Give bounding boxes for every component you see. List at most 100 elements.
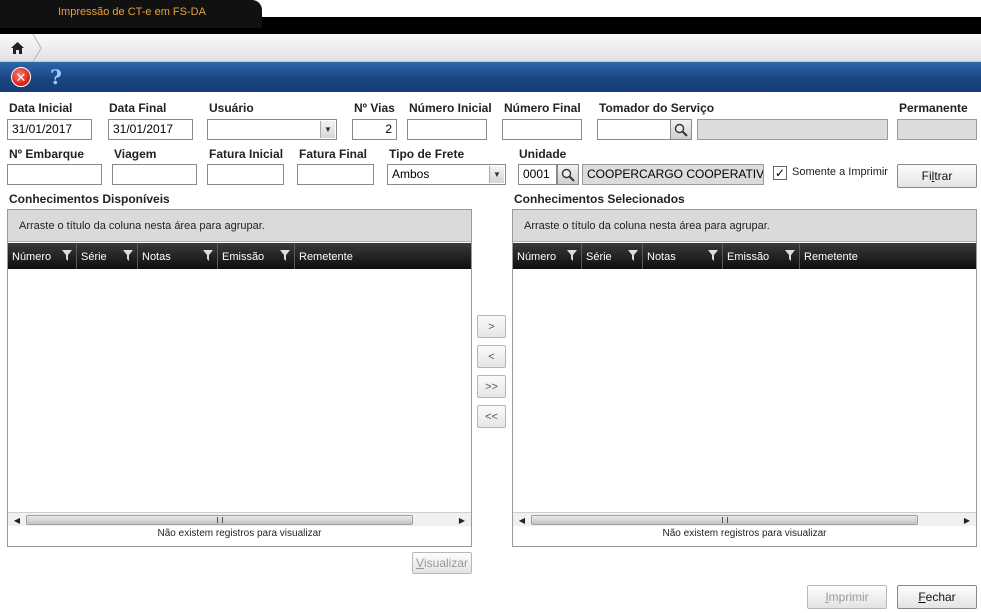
grip-icon — [721, 517, 728, 523]
add-all-button[interactable]: >> — [477, 375, 506, 398]
numero-final-label: Número Final — [504, 101, 581, 115]
column-label: Série — [586, 251, 612, 263]
data-inicial-input[interactable]: 31/01/2017 — [7, 119, 92, 140]
filtrar-label-c: trar — [934, 169, 953, 183]
filter-icon[interactable] — [123, 250, 133, 261]
imprimir-label-b: mprimir — [828, 590, 869, 604]
disponiveis-title: Conhecimentos Disponíveis — [9, 192, 170, 206]
chevron-down-icon[interactable]: ▼ — [320, 121, 335, 138]
permanente-input — [897, 119, 977, 140]
permanente-label: Permanente — [899, 101, 968, 115]
add-one-button[interactable]: > — [477, 315, 506, 338]
filter-icon[interactable] — [708, 250, 718, 261]
breadcrumb-separator-icon — [32, 34, 42, 62]
column-header-emissao[interactable]: Emissão — [723, 243, 800, 269]
scroll-right-icon[interactable]: ▶ — [455, 514, 469, 526]
tipo-frete-value: Ambos — [392, 167, 430, 181]
filter-icon[interactable] — [785, 250, 795, 261]
group-by-area[interactable]: Arraste o título da coluna nesta área pa… — [8, 210, 471, 242]
disponiveis-grid: Arraste o título da coluna nesta área pa… — [7, 209, 472, 547]
group-by-area[interactable]: Arraste o título da coluna nesta área pa… — [513, 210, 976, 242]
column-header-numero[interactable]: Número — [513, 243, 582, 269]
column-label: Remetente — [804, 251, 858, 263]
n-embarque-label: Nº Embarque — [9, 147, 85, 161]
tomador-label: Tomador do Serviço — [599, 101, 715, 115]
unidade-name-display: COOPERCARGO COOPERATIVA — [582, 164, 764, 185]
selecionados-title: Conhecimentos Selecionados — [514, 192, 685, 206]
n-vias-label: Nº Vias — [354, 101, 395, 115]
column-label: Notas — [647, 251, 676, 263]
column-header-remetente[interactable]: Remetente — [800, 243, 976, 269]
selecionados-grid: Arraste o título da coluna nesta área pa… — [512, 209, 977, 547]
help-icon[interactable]: ? — [46, 65, 66, 89]
horizontal-scrollbar[interactable]: ◀ ▶ — [8, 512, 471, 526]
breadcrumb — [0, 34, 981, 62]
visualizar-button[interactable]: Visualizar — [412, 552, 472, 574]
scroll-thumb[interactable] — [531, 515, 918, 525]
filter-icon[interactable] — [203, 250, 213, 261]
grid-header: Número Série Notas Emissão Remetente — [8, 243, 471, 269]
fatura-inicial-input[interactable] — [207, 164, 284, 185]
filtrar-button[interactable]: Fi l trar — [897, 164, 977, 188]
tipo-frete-select[interactable]: Ambos ▼ — [387, 164, 506, 185]
scroll-thumb[interactable] — [26, 515, 413, 525]
fechar-label-a: F — [918, 590, 926, 604]
window-title: Impressão de CT-e em FS-DA — [0, 0, 262, 28]
tomador-code-input[interactable] — [597, 119, 671, 140]
filter-icon[interactable] — [628, 250, 638, 261]
fatura-final-input[interactable] — [297, 164, 374, 185]
tipo-frete-label: Tipo de Frete — [389, 147, 465, 161]
numero-inicial-input[interactable] — [407, 119, 487, 140]
tomador-lookup-button[interactable] — [670, 119, 692, 140]
n-vias-input[interactable]: 2 — [352, 119, 397, 140]
column-label: Emissão — [727, 251, 770, 263]
grid-header: Número Série Notas Emissão Remetente — [513, 243, 976, 269]
fatura-inicial-label: Fatura Inicial — [209, 147, 284, 161]
magnifier-icon — [561, 168, 575, 182]
scroll-left-icon[interactable]: ◀ — [10, 514, 24, 526]
usuario-select[interactable]: ▼ — [207, 119, 337, 140]
scroll-left-icon[interactable]: ◀ — [515, 514, 529, 526]
column-header-numero[interactable]: Número — [8, 243, 77, 269]
column-header-remetente[interactable]: Remetente — [295, 243, 471, 269]
data-final-input[interactable]: 31/01/2017 — [108, 119, 193, 140]
column-header-emissao[interactable]: Emissão — [218, 243, 295, 269]
column-label: Remetente — [299, 251, 353, 263]
somente-imprimir-label: Somente a Imprimir — [792, 166, 888, 178]
home-icon[interactable] — [0, 34, 34, 62]
remove-all-button[interactable]: << — [477, 405, 506, 428]
unidade-code-input[interactable]: 0001 — [518, 164, 557, 185]
empty-message: Não existem registros para visualizar — [662, 528, 827, 539]
unidade-lookup-button[interactable] — [557, 164, 579, 185]
horizontal-scrollbar[interactable]: ◀ ▶ — [513, 512, 976, 526]
column-label: Número — [517, 251, 557, 263]
magnifier-icon — [674, 123, 688, 137]
filter-icon[interactable] — [567, 250, 577, 261]
column-label: Série — [81, 251, 107, 263]
column-header-notas[interactable]: Notas — [643, 243, 723, 269]
fechar-button[interactable]: Fechar — [897, 585, 977, 609]
column-header-notas[interactable]: Notas — [138, 243, 218, 269]
numero-final-input[interactable] — [502, 119, 582, 140]
somente-imprimir-checkbox[interactable]: ✓ — [773, 166, 787, 180]
tomador-name-display — [697, 119, 888, 140]
viagem-input[interactable] — [112, 164, 197, 185]
fatura-final-label: Fatura Final — [299, 147, 368, 161]
visualizar-label-b: isualizar — [424, 556, 469, 570]
column-label: Emissão — [222, 251, 265, 263]
close-icon[interactable]: ✕ — [11, 67, 31, 87]
n-embarque-input[interactable] — [7, 164, 102, 185]
scroll-right-icon[interactable]: ▶ — [960, 514, 974, 526]
column-header-serie[interactable]: Série — [582, 243, 643, 269]
filter-icon[interactable] — [280, 250, 290, 261]
column-header-serie[interactable]: Série — [77, 243, 138, 269]
chevron-down-icon[interactable]: ▼ — [489, 166, 504, 183]
remove-one-button[interactable]: < — [477, 345, 506, 368]
filter-icon[interactable] — [62, 250, 72, 261]
toolbar: ✕ ? — [0, 62, 981, 92]
empty-message: Não existem registros para visualizar — [157, 528, 322, 539]
imprimir-button[interactable]: Imprimir — [807, 585, 887, 609]
numero-inicial-label: Número Inicial — [409, 101, 492, 115]
window-titlebar: Impressão de CT-e em FS-DA — [0, 0, 981, 34]
column-label: Notas — [142, 251, 171, 263]
